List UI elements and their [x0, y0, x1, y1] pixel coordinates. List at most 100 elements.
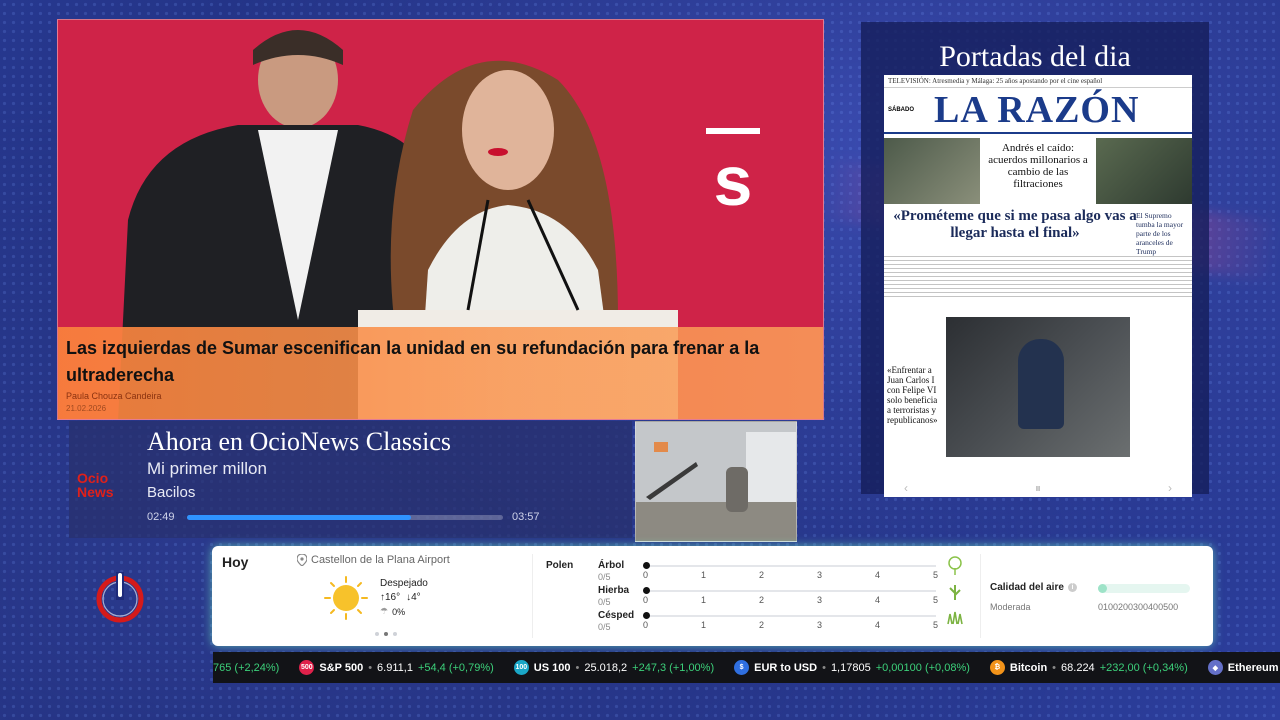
newspaper-front-page[interactable]: TELEVISIÓN: Atresmedia y Málaga: 25 años…	[884, 75, 1192, 497]
power-icon[interactable]	[93, 570, 147, 624]
ticker-change: +247,3 (+1,00%)	[632, 661, 715, 674]
carousel-dot[interactable]	[375, 632, 379, 636]
pollen-tick-label: 4	[875, 595, 881, 605]
pollen-row-tree: Árbol 0/5 0 1 2 3 4 5	[598, 556, 962, 584]
pollen-score: 0/5	[598, 597, 611, 607]
sun-icon	[324, 576, 368, 620]
weather-location: Castellon de la Plana Airport	[297, 554, 450, 566]
pollen-ticks: 0 1 2 3 4 5	[643, 570, 943, 582]
logo-line: News	[77, 484, 114, 500]
ticker-separator: •	[368, 661, 373, 674]
ticker-separator: •	[575, 661, 580, 674]
ticker-change: 765 (+2,24%)	[213, 661, 280, 674]
ticker-item[interactable]: 500 S&P 500 • 6.911,1 +54,4 (+0,79%)	[299, 660, 494, 675]
pollen-name: Árbol	[598, 560, 625, 571]
pollen-tick-label: 0	[643, 595, 649, 605]
air-quality-title: Calidad del aire	[990, 582, 1064, 593]
featured-news-card[interactable]: s Las izquierdas de Sumar escenifican la…	[57, 19, 824, 420]
ticker-item[interactable]: 765 (+2,24%)	[213, 662, 279, 674]
paper-headline: Andrés el caído: acuerdos millonarios a …	[988, 142, 1088, 190]
ocionews-logo: Ocio News	[77, 471, 127, 499]
paper-left-story: «Enfrentar a Juan Carlos I con Felipe VI…	[887, 365, 938, 425]
pollen-tick-label: 4	[875, 620, 881, 630]
ticker-name: Ethereum	[1227, 661, 1279, 674]
pollen-name: Hierba	[598, 585, 630, 596]
pollen-tick-label: 3	[817, 620, 823, 630]
pollen-tick-label: 1	[701, 570, 707, 580]
ticker-name: EUR to USD	[754, 661, 818, 674]
ticker-symbol-icon: ₿	[989, 660, 1005, 675]
temp-high: 16°	[385, 592, 401, 603]
ticker-symbol-icon: ◆	[1207, 660, 1223, 675]
paper-masthead: SÁBADO LA RAZÓN	[884, 88, 1192, 134]
chevron-left-icon[interactable]: ‹	[904, 481, 908, 495]
carousel-dots[interactable]	[375, 632, 397, 636]
location-pin-icon	[297, 554, 307, 566]
ticker-change: +0,00100 (+0,08%)	[875, 661, 970, 674]
pollen-marker	[643, 612, 650, 619]
weather-condition: Despejado	[380, 578, 428, 589]
news-date: 21.02.2026	[66, 404, 107, 413]
paper-text-columns	[884, 256, 1192, 300]
weather-temperatures: ↑16° ↓4°	[380, 592, 421, 603]
air-quality-label: Calidad del aire i	[990, 582, 1077, 593]
carousel-dot[interactable]	[393, 632, 397, 636]
weather-day-label: Hoy	[222, 554, 249, 570]
news-caption: Las izquierdas de Sumar escenifican la u…	[58, 327, 823, 419]
pollen-tick-label: 3	[817, 595, 823, 605]
ticker-name: S&P 500	[319, 661, 364, 674]
ticker-symbol-icon: 500	[299, 660, 315, 675]
ticker-change: +232,00 (+0,34%)	[1099, 661, 1188, 674]
air-quality-scale: 0100200300400500	[1098, 602, 1179, 612]
pollen-tick-label: 1	[701, 620, 707, 630]
ticker-value: 25.018,2	[584, 661, 628, 674]
pollen-tick-label: 5	[933, 595, 939, 605]
ticker-separator: •	[822, 661, 826, 674]
paper-photo	[1096, 138, 1192, 204]
now-playing-panel: Ocio News Ahora en OcioNews Classics Mi …	[69, 421, 632, 538]
pollen-tick-label: 3	[817, 570, 823, 580]
pollen-scale	[643, 587, 936, 594]
ticker-symbol-icon: $	[734, 660, 750, 675]
paper-side-story: El Supremo tumba la mayor parte de los a…	[1136, 211, 1184, 256]
ticker-symbol-icon: 100	[513, 660, 529, 675]
air-quality-bar	[1098, 584, 1190, 593]
pollen-tick-label: 5	[933, 570, 939, 580]
chevron-right-icon[interactable]: ›	[1168, 481, 1172, 495]
pollen-scale	[643, 562, 936, 569]
ticker-item[interactable]: $ EUR to USD • 1,17805 +0,00100 (+0,08%)	[734, 660, 970, 675]
video-thumbnail[interactable]	[635, 421, 797, 542]
ticker-value: 1,17805	[830, 661, 871, 674]
location-name: Castellon de la Plana Airport	[311, 554, 450, 566]
pause-icon[interactable]: ⏸	[1035, 481, 1041, 496]
ticker-item[interactable]: 100 US 100 • 25.018,2 +247,3 (+1,00%)	[513, 660, 715, 675]
paper-main-photo	[946, 317, 1130, 457]
info-icon[interactable]: i	[1067, 583, 1077, 592]
ticker-item[interactable]: ◆Ethereum•1.972,6	[1207, 660, 1280, 675]
carousel-dot[interactable]	[384, 632, 388, 636]
playback-progress-fill	[187, 515, 412, 520]
pollen-score: 0/5	[598, 572, 611, 582]
pollen-tick-label: 2	[759, 595, 765, 605]
lawn-icon	[947, 611, 963, 625]
grass-icon	[949, 585, 961, 600]
weather-widget: Hoy Castellon de la Plana Airport Despej…	[212, 546, 1213, 646]
front-pages-title: Portadas del dia	[939, 40, 1131, 73]
ticker-value: 68.224	[1061, 661, 1095, 674]
temp-low: 4°	[411, 592, 421, 603]
pollen-tick-label: 0	[643, 570, 649, 580]
news-headline[interactable]: Las izquierdas de Sumar escenifican la u…	[66, 335, 786, 389]
ticker-item[interactable]: ₿ Bitcoin • 68.224 +232,00 (+0,34%)	[989, 660, 1188, 675]
pollen-row-grass: Hierba 0/5 0 1 2 3 4 5	[598, 585, 961, 609]
air-quality-level: Moderada	[990, 602, 1031, 612]
paper-photo	[884, 138, 980, 204]
pollen-scale	[643, 612, 936, 619]
pollen-tick-label: 2	[759, 620, 765, 630]
market-ticker: 765 (+2,24%) 500 S&P 500 • 6.911,1 +54,4 (+0,…	[213, 652, 1280, 683]
pollen-name: Césped	[598, 610, 635, 621]
rain-chance: ☂ 0%	[380, 606, 405, 617]
pollen-label: Polen	[546, 560, 574, 571]
news-author: Paula Chouza Candeira	[66, 391, 162, 401]
elapsed-time: 02:49	[147, 511, 175, 523]
playback-progress-bar[interactable]	[187, 515, 503, 520]
